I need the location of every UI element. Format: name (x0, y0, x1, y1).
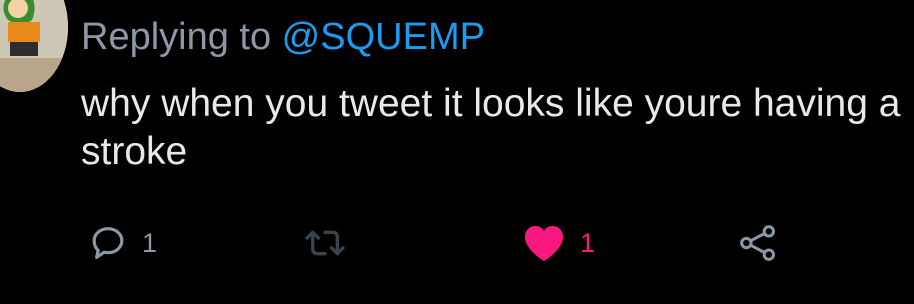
replying-to-label: Replying to (81, 16, 282, 58)
tweet-text: why when you tweet it looks like youre h… (81, 82, 901, 173)
share-icon (738, 223, 778, 263)
reply-count: 1 (142, 228, 158, 258)
avatar[interactable] (0, 0, 68, 92)
heart-icon (522, 223, 566, 263)
like-count: 1 (580, 228, 596, 258)
share-button[interactable] (738, 216, 778, 270)
retweet-icon (302, 223, 348, 263)
like-button[interactable]: 1 (522, 216, 595, 270)
tweet-actions: 1 1 (0, 216, 914, 270)
reply-handle-link[interactable]: @SQUEMP (282, 16, 485, 58)
avatar-image (0, 0, 68, 92)
reply-button[interactable]: 1 (88, 216, 157, 270)
retweet-button[interactable] (302, 216, 348, 270)
comment-icon (88, 223, 128, 263)
replying-to: Replying to @SQUEMP (81, 14, 485, 60)
